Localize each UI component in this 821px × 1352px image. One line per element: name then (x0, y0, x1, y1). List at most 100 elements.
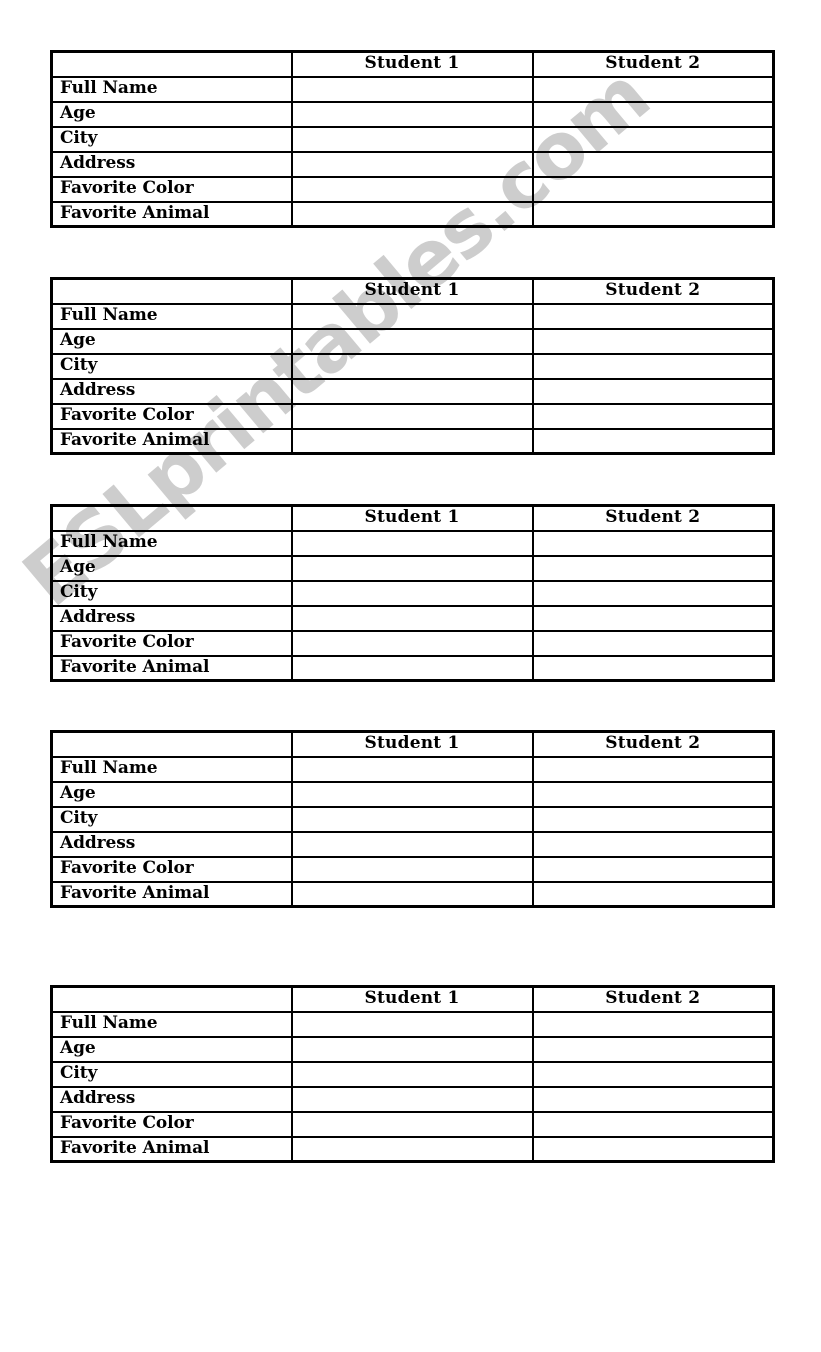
row-label-city: City (50, 352, 293, 380)
answer-cell-student-1-address[interactable] (290, 150, 534, 178)
answer-cell-student-2-city[interactable] (531, 579, 775, 607)
student-info-table-2: Student 1 Student 2 Full Name Age City A (50, 277, 775, 455)
answer-cell-student-2-favorite-animal[interactable] (531, 880, 775, 908)
row-label-address: Address (50, 830, 293, 858)
table-row: Full Name (50, 1010, 775, 1038)
answer-cell-student-1-full-name[interactable] (290, 529, 534, 557)
answer-cell-student-2-favorite-color[interactable] (531, 175, 775, 203)
table-row: Favorite Color (50, 1110, 775, 1138)
answer-cell-student-2-favorite-color[interactable] (531, 855, 775, 883)
answer-cell-student-1-favorite-color[interactable] (290, 1110, 534, 1138)
answer-cell-student-1-favorite-color[interactable] (290, 855, 534, 883)
table-row: Full Name (50, 529, 775, 557)
header-student-2: Student 2 (531, 985, 775, 1013)
answer-cell-student-1-favorite-animal[interactable] (290, 880, 534, 908)
answer-cell-student-1-age[interactable] (290, 780, 534, 808)
answer-cell-student-1-full-name[interactable] (290, 755, 534, 783)
row-label-city: City (50, 579, 293, 607)
answer-cell-student-2-full-name[interactable] (531, 75, 775, 103)
table-row: Favorite Color (50, 855, 775, 883)
worksheet-sheet: Student 1 Student 2 Full Name Age City A (0, 0, 821, 1352)
answer-cell-student-2-address[interactable] (531, 150, 775, 178)
answer-cell-student-2-age[interactable] (531, 100, 775, 128)
answer-cell-student-2-city[interactable] (531, 352, 775, 380)
answer-cell-student-1-age[interactable] (290, 100, 534, 128)
answer-cell-student-1-favorite-animal[interactable] (290, 654, 534, 682)
row-label-favorite-color: Favorite Color (50, 402, 293, 430)
answer-cell-student-1-city[interactable] (290, 352, 534, 380)
answer-cell-student-2-favorite-color[interactable] (531, 629, 775, 657)
table-row: City (50, 805, 775, 833)
student-info-table-1: Student 1 Student 2 Full Name Age City A (50, 50, 775, 228)
row-label-full-name: Full Name (50, 755, 293, 783)
answer-cell-student-1-age[interactable] (290, 554, 534, 582)
answer-cell-student-1-address[interactable] (290, 1085, 534, 1113)
answer-cell-student-1-favorite-animal[interactable] (290, 200, 534, 228)
table-row: Favorite Color (50, 402, 775, 430)
answer-cell-student-2-city[interactable] (531, 1060, 775, 1088)
row-label-age: Age (50, 1035, 293, 1063)
answer-cell-student-2-age[interactable] (531, 780, 775, 808)
student-info-table-5: Student 1 Student 2 Full Name Age City A (50, 985, 775, 1163)
answer-cell-student-1-favorite-animal[interactable] (290, 427, 534, 455)
answer-cell-student-1-age[interactable] (290, 1035, 534, 1063)
answer-cell-student-1-address[interactable] (290, 830, 534, 858)
answer-cell-student-2-age[interactable] (531, 327, 775, 355)
answer-cell-student-2-full-name[interactable] (531, 1010, 775, 1038)
answer-cell-student-2-address[interactable] (531, 377, 775, 405)
answer-cell-student-1-age[interactable] (290, 327, 534, 355)
answer-cell-student-1-city[interactable] (290, 125, 534, 153)
answer-cell-student-1-city[interactable] (290, 805, 534, 833)
answer-cell-student-2-favorite-animal[interactable] (531, 427, 775, 455)
answer-cell-student-1-city[interactable] (290, 1060, 534, 1088)
answer-cell-student-1-favorite-color[interactable] (290, 175, 534, 203)
answer-cell-student-2-favorite-color[interactable] (531, 1110, 775, 1138)
table-row: Favorite Color (50, 175, 775, 203)
answer-cell-student-2-city[interactable] (531, 125, 775, 153)
answer-cell-student-1-city[interactable] (290, 579, 534, 607)
answer-cell-student-2-full-name[interactable] (531, 529, 775, 557)
answer-cell-student-2-full-name[interactable] (531, 302, 775, 330)
header-student-1: Student 1 (290, 730, 534, 758)
table-header-row: Student 1 Student 2 (50, 277, 775, 305)
answer-cell-student-2-city[interactable] (531, 805, 775, 833)
answer-cell-student-2-age[interactable] (531, 1035, 775, 1063)
table-row: Favorite Animal (50, 427, 775, 455)
answer-cell-student-2-age[interactable] (531, 554, 775, 582)
row-label-age: Age (50, 327, 293, 355)
answer-cell-student-2-address[interactable] (531, 830, 775, 858)
answer-cell-student-2-favorite-color[interactable] (531, 402, 775, 430)
row-label-full-name: Full Name (50, 302, 293, 330)
table-row: Address (50, 150, 775, 178)
answer-cell-student-1-favorite-color[interactable] (290, 402, 534, 430)
answer-cell-student-2-address[interactable] (531, 1085, 775, 1113)
answer-cell-student-1-full-name[interactable] (290, 1010, 534, 1038)
answer-cell-student-1-favorite-color[interactable] (290, 629, 534, 657)
header-blank-cell (50, 277, 293, 305)
answer-cell-student-2-address[interactable] (531, 604, 775, 632)
table-row: Age (50, 1035, 775, 1063)
answer-cell-student-1-favorite-animal[interactable] (290, 1135, 534, 1163)
row-label-address: Address (50, 377, 293, 405)
answer-cell-student-2-favorite-animal[interactable] (531, 1135, 775, 1163)
answer-cell-student-2-favorite-animal[interactable] (531, 200, 775, 228)
answer-cell-student-1-address[interactable] (290, 377, 534, 405)
row-label-full-name: Full Name (50, 75, 293, 103)
answer-cell-student-2-favorite-animal[interactable] (531, 654, 775, 682)
table-header-row: Student 1 Student 2 (50, 730, 775, 758)
row-label-age: Age (50, 554, 293, 582)
table-row: Favorite Color (50, 629, 775, 657)
row-label-age: Age (50, 100, 293, 128)
row-label-favorite-color: Favorite Color (50, 629, 293, 657)
table-row: Age (50, 780, 775, 808)
answer-cell-student-1-full-name[interactable] (290, 75, 534, 103)
answer-cell-student-1-full-name[interactable] (290, 302, 534, 330)
header-blank-cell (50, 730, 293, 758)
row-label-favorite-animal: Favorite Animal (50, 427, 293, 455)
answer-cell-student-1-address[interactable] (290, 604, 534, 632)
answer-cell-student-2-full-name[interactable] (531, 755, 775, 783)
table-row: Full Name (50, 302, 775, 330)
table-row: City (50, 1060, 775, 1088)
table-row: Favorite Animal (50, 880, 775, 908)
student-info-table-4: Student 1 Student 2 Full Name Age City A (50, 730, 775, 908)
